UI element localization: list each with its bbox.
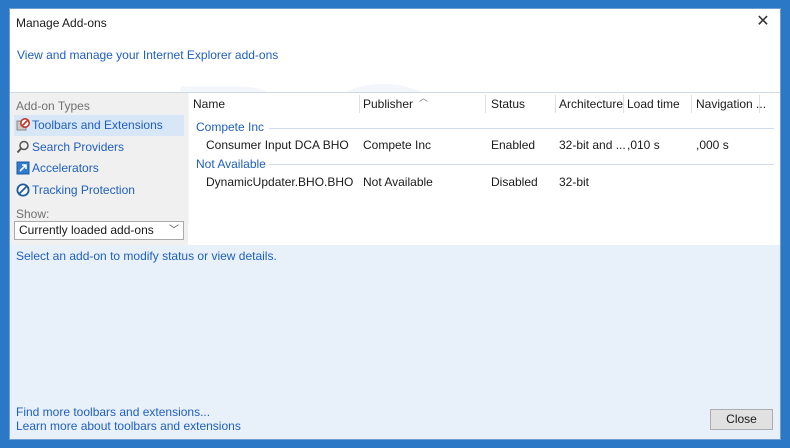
sidebar-item-label: Toolbars and Extensions [32,118,163,132]
tracking-protection-icon [16,183,30,197]
accelerator-icon [16,161,30,175]
header-link[interactable]: View and manage your Internet Explorer a… [17,48,278,62]
show-dropdown-value: Currently loaded add-ons [19,223,154,237]
addon-types-pane: Add-on Types Toolbars and Extensions Sea… [10,93,188,245]
chevron-down-icon: ﹀ [169,225,179,236]
column-header-name[interactable]: Name [193,93,225,115]
addon-status: Disabled [491,175,538,189]
column-divider [691,95,692,113]
sidebar-item-accelerators[interactable]: Accelerators [14,158,184,179]
addon-navigation-time: ,000 s [696,138,729,152]
show-dropdown[interactable]: Currently loaded add-ons ﹀ [14,221,184,240]
addon-load-time: ,010 s [627,138,660,152]
addon-status: Enabled [491,138,536,152]
toolbar-extension-icon [16,118,30,131]
details-status-message: Select an add-on to modify status or vie… [16,249,277,263]
sidebar-item-label: Tracking Protection [32,183,135,197]
addon-publisher: Compete Inc [363,138,432,152]
column-header-load-time[interactable]: Load time [627,93,680,115]
sidebar-item-search-providers[interactable]: Search Providers [14,137,184,158]
column-divider [485,95,486,113]
close-button[interactable]: Close [710,409,773,430]
sidebar-item-tracking-protection[interactable]: Tracking Protection [14,180,184,201]
column-divider [359,95,360,113]
sort-ascending-icon: ︿ [419,93,429,103]
title-bar: Manage Add-ons ✕ [10,9,780,37]
addon-architecture: 32-bit [559,175,590,189]
column-divider [555,95,556,113]
main-panel: Add-on Types Toolbars and Extensions Sea… [10,92,780,246]
column-header-navigation[interactable]: Navigation ... [696,93,766,115]
column-header-status[interactable]: Status [491,93,525,115]
group-header-not-available: Not Available [196,157,266,171]
details-panel: Select an add-on to modify status or vie… [10,245,780,439]
group-header-compete-inc: Compete Inc [196,120,265,134]
learn-more-link[interactable]: Learn more about toolbars and extensions [16,419,241,433]
sidebar-item-label: Search Providers [32,140,125,154]
addon-name: DynamicUpdater.BHO.BHO [206,175,354,189]
close-icon[interactable]: ✕ [754,13,772,31]
column-divider [759,95,760,113]
show-label: Show: [16,207,50,221]
addon-name: Consumer Input DCA BHO [206,138,349,152]
group-divider [269,164,774,165]
addon-publisher: Not Available [363,175,433,189]
column-header-architecture[interactable]: Architecture [559,93,623,115]
column-header-publisher[interactable]: Publisher [363,93,413,115]
addon-architecture: 32-bit and ... [559,138,626,152]
sidebar-item-label: Accelerators [32,161,99,175]
find-more-link[interactable]: Find more toolbars and extensions... [16,405,210,419]
addons-list: Name Publisher ︿ Status Architecture Loa… [189,93,780,245]
search-icon [16,140,29,154]
column-divider [623,95,624,113]
addon-types-label: Add-on Types [16,99,90,113]
window-title: Manage Add-ons [16,16,107,30]
sidebar-item-toolbars-extensions[interactable]: Toolbars and Extensions [14,115,184,136]
group-divider [269,128,774,129]
manage-addons-window: PC risk.com Manage Add-ons ✕ View and ma… [9,8,781,440]
